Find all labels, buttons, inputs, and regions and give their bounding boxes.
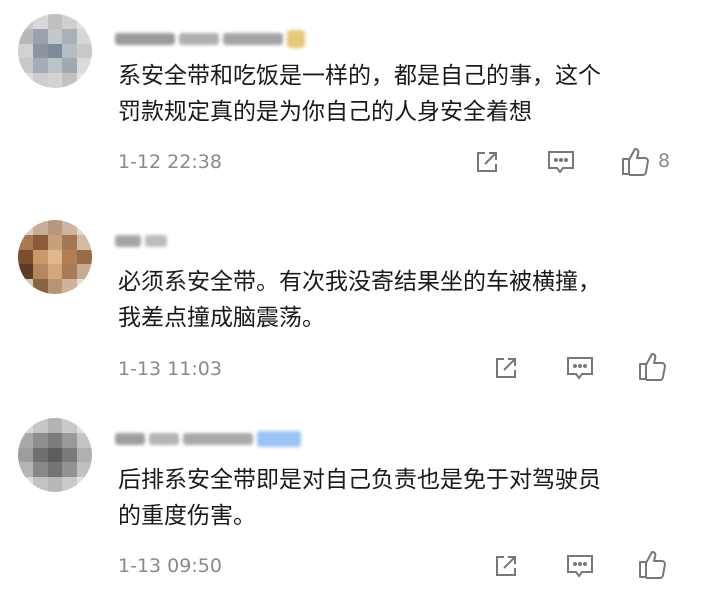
username-redacted[interactable] bbox=[115, 228, 171, 254]
avatar[interactable] bbox=[18, 418, 92, 492]
comment-item: 必须系安全带。有次我没寄结果坐的车被横撞， 我差点撞成脑震荡。 1-13 11:… bbox=[0, 198, 725, 396]
comment-icon bbox=[567, 555, 593, 578]
comment-icon bbox=[567, 357, 593, 380]
thumbs-up-icon bbox=[639, 551, 666, 579]
share-button[interactable] bbox=[473, 148, 501, 176]
comment-item: 后排系安全带即是对自己负责也是免于对驾驶员 的重度伤害。 1-13 09:50 bbox=[0, 396, 725, 594]
comment-button[interactable] bbox=[546, 148, 576, 176]
comment-button[interactable] bbox=[565, 552, 595, 580]
share-icon bbox=[496, 358, 516, 378]
comment-text: 系安全带和吃饭是一样的，都是自己的事，这个 罚款规定真的是为你自己的人身安全着想 bbox=[118, 63, 601, 125]
username-redacted[interactable] bbox=[115, 26, 309, 52]
like-button[interactable]: 8 bbox=[620, 145, 670, 177]
timestamp: 1-13 11:03 bbox=[118, 358, 222, 380]
like-button[interactable] bbox=[637, 548, 675, 580]
avatar[interactable] bbox=[18, 14, 92, 88]
comment-text: 必须系安全带。有次我没寄结果坐的车被横撞， 我差点撞成脑震荡。 bbox=[118, 269, 601, 331]
thumbs-up-icon bbox=[639, 353, 666, 381]
comment-icon bbox=[548, 151, 574, 174]
comment-button[interactable] bbox=[565, 354, 595, 382]
share-button[interactable] bbox=[492, 552, 520, 580]
share-button[interactable] bbox=[492, 354, 520, 382]
thumbs-up-icon bbox=[622, 148, 649, 176]
username-redacted[interactable] bbox=[115, 426, 305, 452]
comment-item: 系安全带和吃饭是一样的，都是自己的事，这个 罚款规定真的是为你自己的人身安全着想… bbox=[0, 0, 725, 198]
like-count: 8 bbox=[658, 150, 671, 172]
comment-text: 后排系安全带即是对自己负责也是免于对驾驶员 的重度伤害。 bbox=[118, 467, 601, 529]
share-icon bbox=[496, 556, 516, 576]
avatar[interactable] bbox=[18, 220, 92, 294]
timestamp: 1-13 09:50 bbox=[118, 555, 222, 577]
timestamp: 1-12 22:38 bbox=[118, 151, 222, 173]
share-icon bbox=[477, 152, 497, 172]
like-button[interactable] bbox=[637, 350, 675, 382]
